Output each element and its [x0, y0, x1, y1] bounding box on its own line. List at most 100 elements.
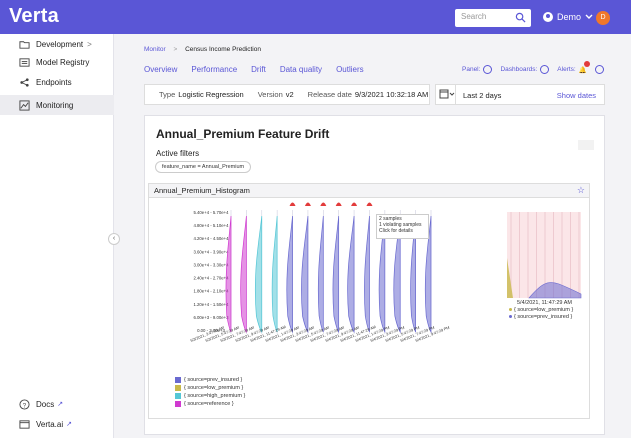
endpoints-icon — [20, 77, 29, 87]
sidebar-item-endpoints[interactable]: Endpoints — [0, 72, 114, 92]
legend-label: { source=high_premium } — [184, 393, 246, 399]
y-tick-label: 5.40e+4 - 5.70e+4 — [193, 210, 229, 215]
legend-dot — [509, 308, 512, 312]
violin-shape — [317, 215, 324, 333]
user-menu[interactable]: Demo — [543, 12, 593, 22]
violin-shape — [240, 215, 247, 334]
breadcrumb-current: Census Income Prediction — [185, 46, 261, 53]
collapse-sidebar-button[interactable]: ‹ — [108, 233, 120, 245]
violin-shape — [286, 215, 293, 334]
detail-item: { source=low_premium } — [509, 307, 573, 314]
sidebar-item-model-registry[interactable]: Model Registry — [0, 52, 114, 72]
y-tick-label: 3.60e+4 - 3.90e+4 — [193, 249, 229, 254]
legend-dot — [509, 315, 512, 319]
violin-shape — [271, 215, 278, 333]
y-tick-label: 2.40e+4 - 2.70e+4 — [193, 276, 229, 281]
toolbar: Panel: Dashboards: Alerts: 🔔 — [462, 65, 612, 74]
alert-icon — [366, 202, 373, 206]
legend-item[interactable]: { source=low_premium } — [175, 384, 245, 392]
legend-item[interactable]: { source=prev_insured } — [175, 376, 245, 384]
top-bar: Verta Search Demo D — [0, 0, 631, 34]
date-range-value: Last 2 days — [463, 91, 502, 100]
list-icon — [19, 57, 30, 67]
chart-legend: { source=prev_insured } { source=low_pre… — [175, 376, 245, 408]
panel-label: Panel: — [462, 66, 481, 73]
card-menu[interactable] — [578, 140, 594, 150]
filter-chip[interactable]: feature_name = Annual_Premium — [155, 161, 252, 173]
tooltip-line: Click for details — [379, 228, 413, 234]
alert-badge — [584, 61, 590, 67]
dashboard-icon[interactable] — [540, 65, 550, 74]
chevron-right-icon: > — [87, 39, 92, 49]
release-value: 9/3/2021 10:32:18 AM — [354, 90, 429, 99]
sidebar-item-label: Verta.ai — [36, 419, 64, 429]
detail-item-label: { source=prev_insured } — [514, 314, 573, 320]
sidebar-item-label: Docs — [36, 399, 55, 409]
search-icon[interactable] — [515, 12, 526, 23]
help-icon: ? — [19, 398, 30, 410]
app-logo[interactable]: Verta — [9, 5, 59, 28]
star-icon[interactable]: ☆ — [577, 185, 585, 196]
legend-swatch — [175, 385, 181, 391]
violin-shape — [332, 215, 340, 334]
sidebar-item-docs[interactable]: ? Docs ↗ — [0, 394, 114, 414]
violin-shape — [225, 215, 232, 333]
y-tick-label: 1.80e+4 - 2.10e+4 — [193, 289, 229, 294]
svg-text:?: ? — [23, 402, 27, 409]
show-dates-link[interactable]: Show dates — [557, 91, 596, 100]
version-label: Version — [257, 90, 283, 99]
legend-swatch — [175, 377, 181, 383]
chart-icon — [19, 99, 30, 111]
tab-bar: Overview Performance Drift Data quality … — [144, 65, 378, 74]
alert-icon — [351, 202, 358, 206]
legend-label: { source=low_premium } — [184, 385, 244, 391]
legend-swatch — [175, 393, 181, 399]
model-info-bar: Type Logistic Regression Version v2 Rele… — [144, 84, 430, 105]
sidebar: Development > Model Registry Endpoints M… — [0, 34, 114, 438]
violin-shape — [254, 215, 263, 334]
legend-item[interactable]: { source=high_premium } — [175, 392, 245, 400]
histogram-panel: Annual_Premium_Histogram ☆ 5.40e+4 - 5.7… — [148, 183, 590, 419]
tab-outliers[interactable]: Outliers — [336, 65, 364, 74]
user-name: Demo — [557, 12, 582, 22]
folder-icon — [19, 40, 30, 49]
calendar-icon[interactable] — [436, 85, 456, 104]
date-filter[interactable]: Last 2 days Show dates — [435, 84, 605, 105]
tab-drift[interactable]: Drift — [251, 65, 266, 74]
y-tick-label: 3.00e+4 - 3.30e+4 — [193, 262, 229, 267]
external-link-icon: ↗ — [66, 421, 73, 428]
legend-swatch — [175, 401, 181, 407]
avatar[interactable]: D — [596, 11, 610, 25]
user-icon — [543, 12, 553, 22]
sidebar-item-verta-ai[interactable]: Verta.ai ↗ — [0, 414, 114, 434]
legend-label: { source=reference } — [184, 401, 234, 407]
version-value: v2 — [285, 90, 294, 99]
release-label: Release date — [307, 90, 352, 99]
alerts-label: Alerts: — [557, 66, 576, 73]
histogram-header: Annual_Premium_Histogram ☆ — [149, 184, 589, 198]
type-value: Logistic Regression — [178, 90, 244, 99]
gear-icon[interactable] — [594, 65, 604, 74]
tab-performance[interactable]: Performance — [191, 65, 237, 74]
add-panel-icon[interactable] — [483, 65, 493, 74]
tab-data-quality[interactable]: Data quality — [280, 65, 322, 74]
search-placeholder: Search — [461, 12, 487, 21]
detail-legend: 5/4/2021, 11:47:29 AM { source=low_premi… — [509, 300, 573, 321]
detail-timestamp: 5/4/2021, 11:47:29 AM — [517, 300, 572, 306]
legend-item[interactable]: { source=reference } — [175, 400, 245, 408]
sidebar-item-development[interactable]: Development > — [0, 34, 114, 54]
dashboards-label: Dashboards: — [500, 66, 538, 73]
breadcrumb-root[interactable]: Monitor — [144, 46, 166, 53]
type-label: Type — [159, 90, 176, 99]
external-link-icon: ↗ — [57, 401, 64, 408]
sidebar-item-monitoring[interactable]: Monitoring — [0, 95, 114, 115]
window-icon — [19, 419, 30, 429]
violin-shape — [347, 215, 355, 334]
y-tick-label: 4.20e+4 - 4.50e+4 — [193, 236, 229, 241]
violin-shape — [301, 215, 309, 334]
sidebar-item-label: Endpoints — [36, 77, 72, 87]
search-input[interactable]: Search — [455, 9, 531, 27]
tab-overview[interactable]: Overview — [144, 65, 177, 74]
sidebar-item-label: Model Registry — [36, 57, 90, 67]
sidebar-item-label: Development — [36, 39, 84, 49]
